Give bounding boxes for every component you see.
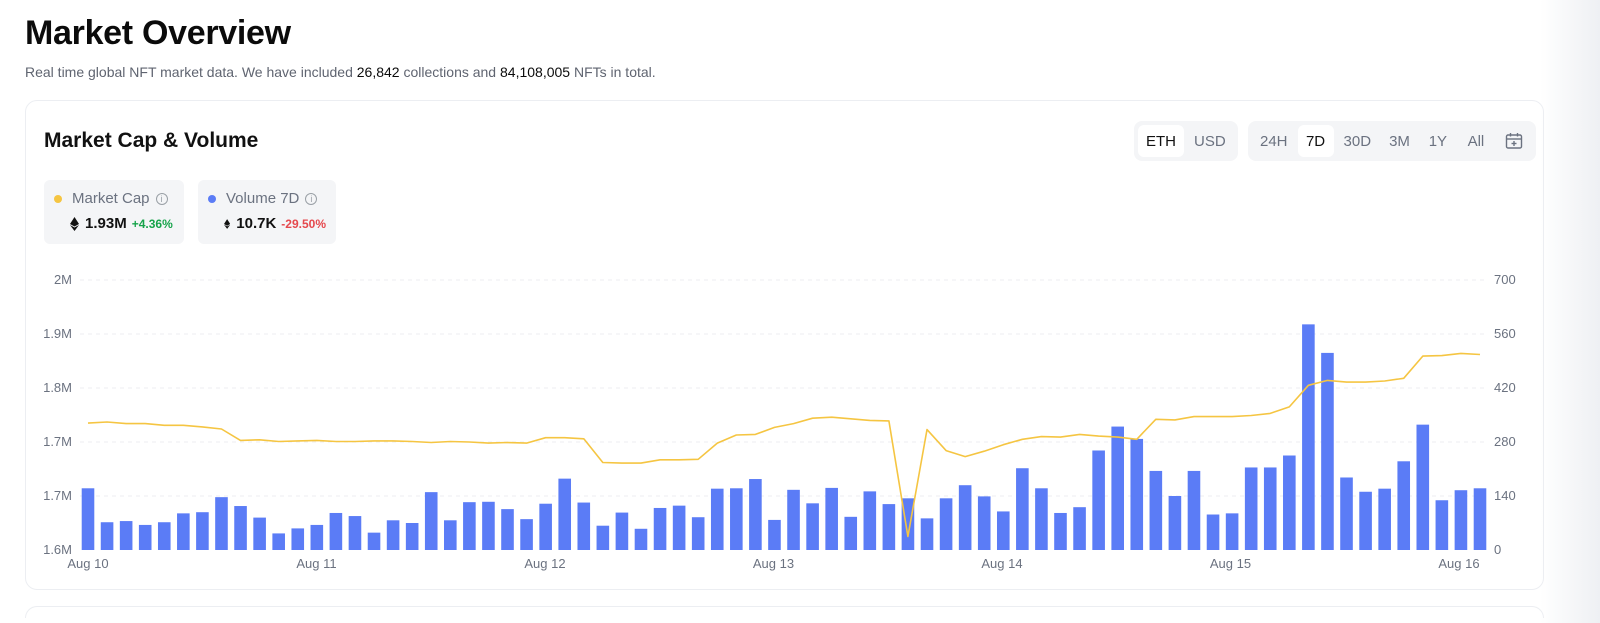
volume-bar — [672, 505, 686, 550]
volume-bar — [329, 512, 343, 550]
volume-bar — [615, 512, 629, 550]
volume-bar — [577, 502, 591, 550]
volume-bar — [138, 524, 152, 550]
volume-bar — [1073, 507, 1086, 550]
volume-bar — [1016, 468, 1029, 550]
volume-bar — [1378, 488, 1391, 550]
volume-bar — [1283, 455, 1296, 550]
volume-bar — [1340, 477, 1353, 550]
volume-bar — [768, 519, 781, 550]
volume-bar — [1149, 470, 1163, 550]
x-axis-tick-label: Aug 16 — [1438, 556, 1479, 571]
volume-bar — [1111, 426, 1124, 550]
next-card-edge — [25, 606, 1544, 618]
volume-bar — [882, 504, 896, 550]
volume-bar — [1454, 490, 1468, 550]
volume-bar — [444, 520, 457, 550]
volume-bar — [310, 524, 324, 550]
volume-bar — [596, 525, 610, 550]
volume-bar — [1035, 488, 1048, 550]
right-edge-fade — [1540, 0, 1600, 623]
x-axis-tick-label: Aug 10 — [67, 556, 108, 571]
volume-bar — [367, 532, 381, 550]
volume-bar — [463, 502, 476, 550]
volume-bar — [348, 516, 362, 550]
volume-bar — [863, 491, 877, 550]
right-axis-tick-label: 560 — [1494, 326, 1516, 341]
left-axis-tick-label: 2M — [54, 272, 72, 287]
volume-bar — [977, 496, 991, 550]
volume-bar — [634, 528, 648, 550]
right-axis-tick-label: 700 — [1494, 272, 1516, 287]
volume-bar — [520, 519, 533, 550]
volume-bar — [1263, 467, 1277, 550]
volume-bar — [1435, 500, 1449, 550]
page: Market Overview Real time global NFT mar… — [0, 0, 1600, 623]
volume-bar — [100, 522, 114, 550]
volume-bar — [501, 509, 514, 550]
volume-bar — [1187, 470, 1201, 550]
volume-bar — [958, 485, 972, 550]
volume-bar — [749, 479, 762, 550]
right-axis-tick-label: 0 — [1494, 542, 1501, 557]
volume-bar — [482, 501, 495, 550]
x-axis-tick-label: Aug 15 — [1210, 556, 1251, 571]
volume-bar — [1416, 424, 1430, 550]
volume-bar — [1321, 352, 1334, 550]
x-axis-tick-label: Aug 13 — [753, 556, 794, 571]
volume-bar — [1130, 438, 1144, 550]
right-axis-tick-label: 280 — [1494, 434, 1516, 449]
volume-bar — [1473, 488, 1487, 550]
volume-bar — [234, 506, 247, 550]
volume-bar — [710, 488, 724, 550]
volume-bar — [253, 517, 266, 550]
volume-bar — [787, 489, 800, 550]
left-axis-tick-label: 1.6M — [43, 542, 72, 557]
x-axis-tick-label: Aug 14 — [981, 556, 1022, 571]
volume-bar — [405, 523, 419, 550]
right-axis-tick-label: 140 — [1494, 488, 1516, 503]
left-axis-tick-label: 1.7M — [43, 488, 72, 503]
volume-bar — [1302, 324, 1315, 550]
volume-bar — [1397, 461, 1411, 550]
right-axis-tick-label: 420 — [1494, 380, 1516, 395]
volume-bar — [177, 513, 190, 550]
volume-bar — [81, 488, 95, 550]
volume-bar — [1092, 450, 1105, 550]
volume-bar — [1225, 513, 1239, 550]
volume-bar — [1359, 491, 1372, 550]
volume-bar — [691, 517, 705, 550]
left-axis-tick-label: 1.8M — [43, 380, 72, 395]
volume-bar — [844, 516, 858, 550]
volume-bar — [119, 521, 133, 550]
left-axis-tick-label: 1.9M — [43, 326, 72, 341]
volume-bar — [215, 497, 228, 550]
x-axis-tick-label: Aug 11 — [296, 556, 336, 571]
volume-bar — [1054, 512, 1067, 550]
volume-bar — [920, 518, 934, 550]
volume-bar — [157, 522, 171, 550]
volume-bar — [806, 503, 819, 550]
volume-bar — [539, 503, 552, 550]
volume-bar — [1244, 467, 1258, 550]
volume-bar — [1206, 514, 1220, 550]
volume-bar — [1168, 496, 1182, 550]
market-cap-volume-chart: 2M 700 1.9M 560 1.8M 420 1.7M 280 1.7M 140 1.6M 0 Au… — [43, 272, 1516, 571]
volume-bar — [272, 533, 285, 550]
volume-bar — [196, 512, 209, 550]
left-axis-tick-label: 1.7M — [43, 434, 72, 449]
volume-bar — [939, 498, 953, 550]
volume-bar — [996, 511, 1010, 550]
x-axis-tick-label: Aug 12 — [524, 556, 565, 571]
volume-bar — [291, 528, 305, 550]
volume-bar — [386, 520, 400, 550]
volume-bar — [730, 488, 743, 550]
volume-bar — [424, 492, 438, 550]
volume-bar — [558, 478, 572, 550]
volume-bar — [653, 507, 667, 550]
volume-bar — [825, 487, 838, 550]
